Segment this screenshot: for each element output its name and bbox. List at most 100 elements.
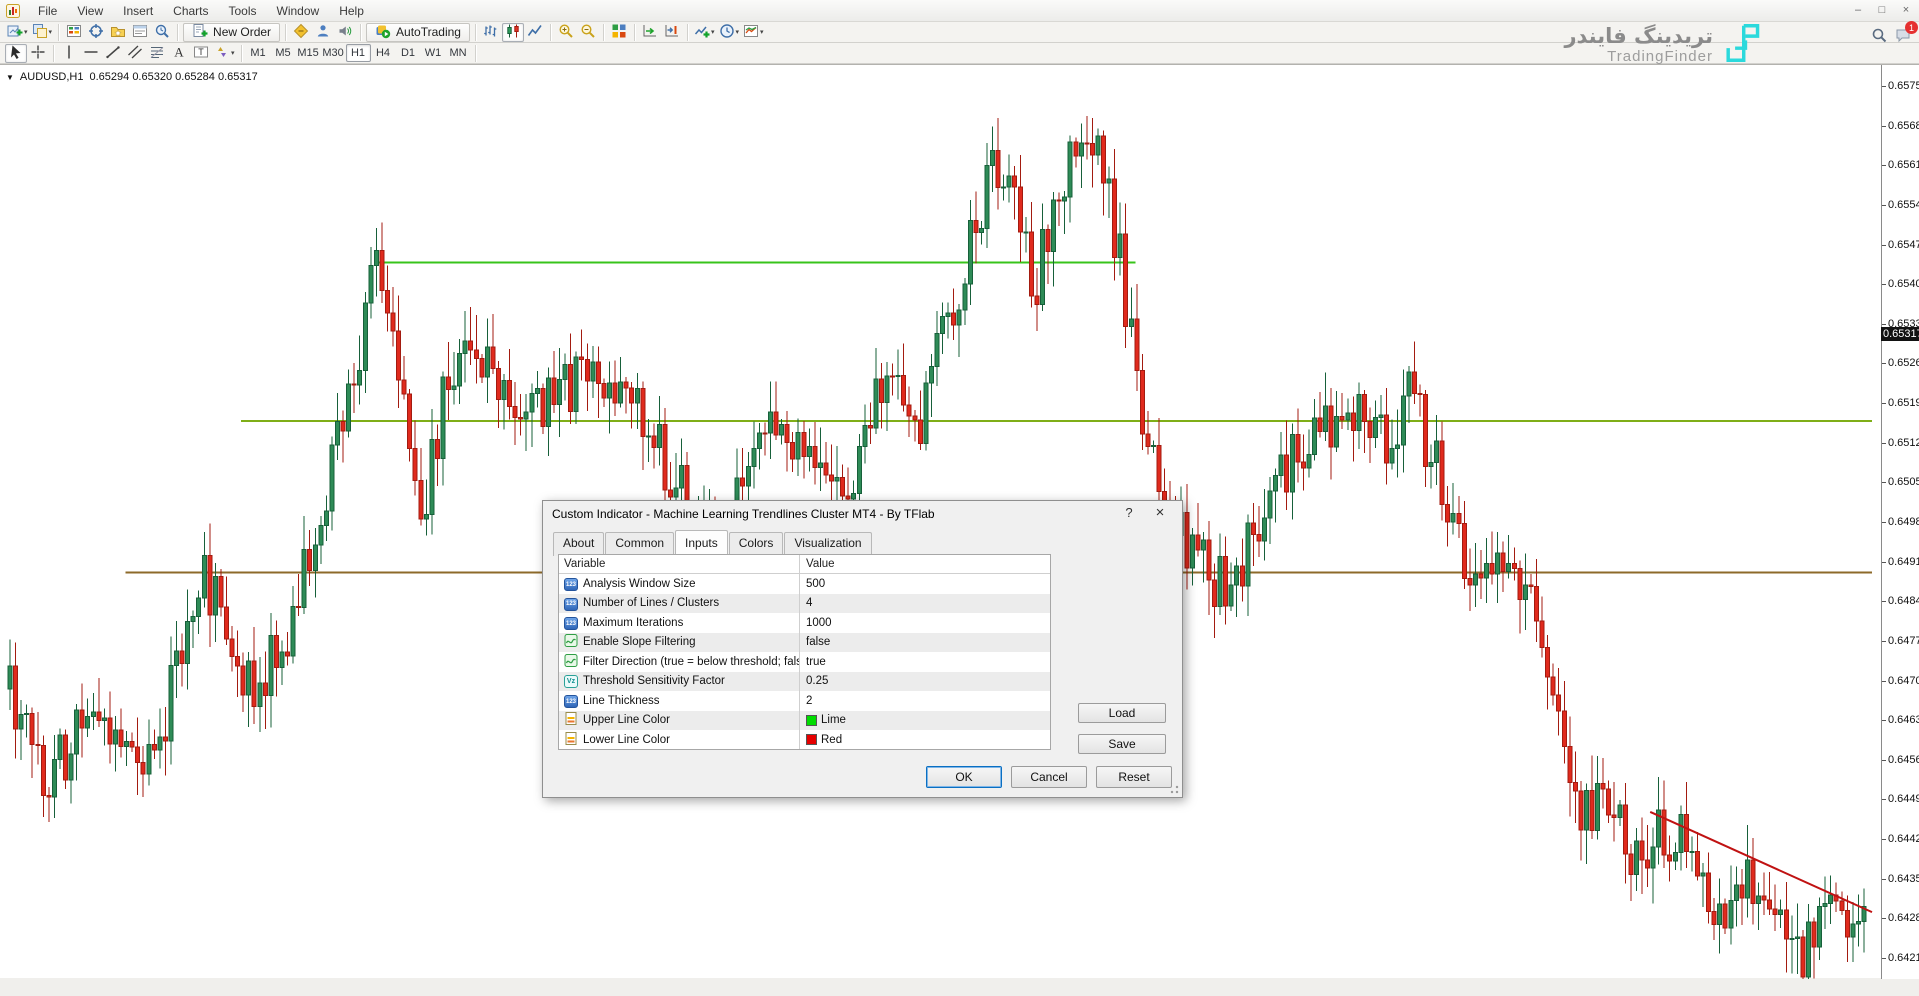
tab-visualization[interactable]: Visualization bbox=[784, 532, 871, 556]
save-button[interactable]: Save bbox=[1078, 734, 1166, 754]
arrows-tool-button[interactable]: ▾ bbox=[212, 44, 237, 63]
input-value-cell[interactable]: 4 bbox=[800, 597, 1050, 609]
text-tool-button[interactable]: A bbox=[168, 44, 190, 63]
strategy-tester-button[interactable] bbox=[151, 23, 173, 42]
text-label-tool-button[interactable]: T bbox=[190, 44, 212, 63]
horizontal-line-tool-button[interactable] bbox=[80, 44, 102, 63]
input-value-cell[interactable]: Red bbox=[800, 734, 1050, 746]
auto-scroll-button[interactable] bbox=[639, 23, 661, 42]
auto-scroll-icon bbox=[642, 23, 658, 42]
menu-file[interactable]: File bbox=[28, 4, 67, 18]
data-window-button[interactable] bbox=[85, 23, 107, 42]
input-row[interactable]: Upper Line ColorLime bbox=[559, 711, 1050, 731]
input-value-cell[interactable]: 1000 bbox=[800, 617, 1050, 629]
new-chart-button[interactable]: ▾ bbox=[5, 23, 30, 42]
zoom-in-button[interactable] bbox=[555, 23, 577, 42]
column-header-variable[interactable]: Variable bbox=[559, 555, 800, 573]
candlestick-mode-button[interactable] bbox=[502, 23, 524, 42]
timeframe-w1[interactable]: W1 bbox=[421, 44, 446, 62]
zoom-out-button[interactable] bbox=[577, 23, 599, 42]
close-button[interactable]: × bbox=[1899, 2, 1913, 18]
menu-insert[interactable]: Insert bbox=[113, 4, 163, 18]
metaeditor-button[interactable] bbox=[290, 23, 312, 42]
cursor-tool-button[interactable] bbox=[5, 44, 27, 63]
column-header-value[interactable]: Value bbox=[800, 558, 1050, 570]
chevron-down-icon[interactable]: ▾ bbox=[49, 28, 53, 36]
crosshair-tool-button[interactable] bbox=[27, 44, 49, 63]
new-order-button[interactable]: New Order bbox=[183, 23, 280, 42]
restore-button[interactable]: □ bbox=[1875, 2, 1889, 18]
equidistant-channel-tool-button[interactable] bbox=[124, 44, 146, 63]
price-axis-tick bbox=[1882, 86, 1886, 87]
fibonacci-tool-button[interactable] bbox=[146, 44, 168, 63]
input-row[interactable]: Enable Slope Filteringfalse bbox=[559, 633, 1050, 653]
community-chat-icon[interactable]: 1 bbox=[1895, 27, 1911, 46]
inputs-table[interactable]: VariableValue123Analysis Window Size5001… bbox=[558, 554, 1051, 750]
timeframe-m5[interactable]: M5 bbox=[271, 44, 296, 62]
input-value-cell[interactable]: Lime bbox=[800, 714, 1050, 726]
chevron-down-icon[interactable]: ▾ bbox=[736, 28, 740, 36]
menu-tools[interactable]: Tools bbox=[219, 4, 267, 18]
minimize-button[interactable]: – bbox=[1851, 2, 1865, 18]
menu-window[interactable]: Window bbox=[267, 4, 330, 18]
input-row[interactable]: Filter Direction (true = below threshold… bbox=[559, 652, 1050, 672]
menu-charts[interactable]: Charts bbox=[163, 4, 218, 18]
input-value-label: 2 bbox=[806, 695, 812, 707]
market-watch-button[interactable] bbox=[63, 23, 85, 42]
menu-view[interactable]: View bbox=[67, 4, 113, 18]
input-value-cell[interactable]: 2 bbox=[800, 695, 1050, 707]
input-row[interactable]: 123Line Thickness2 bbox=[559, 691, 1050, 711]
vertical-line-tool-button[interactable] bbox=[58, 44, 80, 63]
price-axis[interactable]: 0.657550.656850.656150.655450.654750.654… bbox=[1881, 65, 1919, 979]
navigator-button[interactable] bbox=[107, 23, 129, 42]
ok-button[interactable]: OK bbox=[926, 766, 1002, 788]
timeframe-m30[interactable]: M30 bbox=[321, 44, 346, 62]
tab-about[interactable]: About bbox=[553, 532, 604, 556]
timeframe-h1[interactable]: H1 bbox=[346, 44, 371, 62]
timeframe-mn[interactable]: MN bbox=[446, 44, 471, 62]
trendline-tool-button[interactable] bbox=[102, 44, 124, 63]
tab-inputs[interactable]: Inputs bbox=[675, 530, 728, 554]
line-chart-mode-button[interactable] bbox=[524, 23, 546, 42]
indicators-list-button[interactable]: ▾ bbox=[692, 23, 717, 42]
reset-button[interactable]: Reset bbox=[1096, 766, 1172, 788]
tab-colors[interactable]: Colors bbox=[729, 532, 784, 556]
timeframe-h4[interactable]: H4 bbox=[371, 44, 396, 62]
input-value-cell[interactable]: true bbox=[800, 656, 1050, 668]
input-value-cell[interactable]: 0.25 bbox=[800, 675, 1050, 687]
input-row[interactable]: 123Maximum Iterations1000 bbox=[559, 613, 1050, 633]
menu-help[interactable]: Help bbox=[329, 4, 374, 18]
input-value-cell[interactable]: 500 bbox=[800, 578, 1050, 590]
input-row[interactable]: 123Number of Lines / Clusters4 bbox=[559, 594, 1050, 614]
bar-chart-mode-button[interactable] bbox=[480, 23, 502, 42]
chart-shift-button[interactable] bbox=[661, 23, 683, 42]
one-click-trading-expander[interactable]: ▼ bbox=[6, 73, 14, 82]
chevron-down-icon[interactable]: ▾ bbox=[24, 28, 28, 36]
dialog-resize-grip[interactable] bbox=[1170, 785, 1179, 794]
load-button[interactable]: Load bbox=[1078, 703, 1166, 723]
chevron-down-icon[interactable]: ▾ bbox=[711, 28, 715, 36]
autotrading-button[interactable]: AutoTrading bbox=[366, 23, 470, 42]
input-row[interactable]: Lower Line ColorRed bbox=[559, 730, 1050, 750]
profiles-button[interactable]: ▾ bbox=[30, 23, 55, 42]
input-row[interactable]: VzThreshold Sensitivity Factor0.25 bbox=[559, 672, 1050, 692]
periods-button[interactable]: ▾ bbox=[717, 23, 742, 42]
tab-common[interactable]: Common bbox=[605, 532, 674, 556]
dialog-close-icon[interactable]: × bbox=[1150, 504, 1170, 521]
timeframe-d1[interactable]: D1 bbox=[396, 44, 421, 62]
sounds-button[interactable] bbox=[334, 23, 356, 42]
expert-advisors-button[interactable] bbox=[312, 23, 334, 42]
terminal-button[interactable] bbox=[129, 23, 151, 42]
search-icon[interactable] bbox=[1871, 27, 1887, 46]
dialog-help-button[interactable]: ? bbox=[1120, 505, 1138, 520]
chevron-down-icon[interactable]: ▾ bbox=[760, 28, 764, 36]
cancel-button[interactable]: Cancel bbox=[1011, 766, 1087, 788]
input-value-cell[interactable]: false bbox=[800, 636, 1050, 648]
dialog-titlebar[interactable]: Custom Indicator - Machine Learning Tren… bbox=[543, 501, 1182, 527]
templates-button[interactable]: ▾ bbox=[741, 23, 766, 42]
chevron-down-icon[interactable]: ▾ bbox=[231, 49, 235, 57]
input-row[interactable]: 123Analysis Window Size500 bbox=[559, 574, 1050, 594]
timeframe-m15[interactable]: M15 bbox=[296, 44, 321, 62]
timeframe-m1[interactable]: M1 bbox=[246, 44, 271, 62]
tile-windows-button[interactable] bbox=[608, 23, 630, 42]
